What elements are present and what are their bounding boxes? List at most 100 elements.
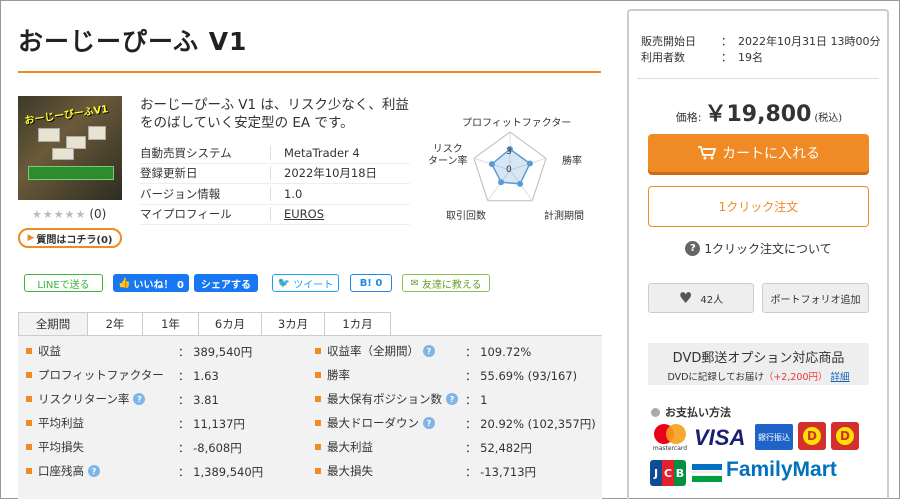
one-click-about-label: 1クリック注文について bbox=[704, 242, 832, 256]
radar-point bbox=[526, 160, 533, 167]
info-row-system: 自動売買システム MetaTrader 4 bbox=[140, 143, 410, 164]
help-icon[interactable]: ? bbox=[446, 393, 458, 405]
stat-label: 口座残高 bbox=[38, 464, 84, 478]
one-click-about-link[interactable]: ? 1クリック注文について bbox=[648, 240, 869, 257]
info-separator bbox=[270, 207, 271, 222]
tab-3m[interactable]: 3カ月 bbox=[261, 312, 325, 335]
info-key: 自動売買システム bbox=[140, 145, 232, 160]
rating-count: (0) bbox=[89, 207, 107, 221]
tab-6m[interactable]: 6カ月 bbox=[198, 312, 262, 335]
bullet-square-icon bbox=[26, 444, 32, 450]
dvd-option-box: DVD郵送オプション対応商品 DVDに記録してお届け（+2,200円） 詳細 bbox=[648, 343, 869, 385]
info-separator bbox=[270, 166, 271, 181]
stat-label: 収益率（全期間） bbox=[327, 344, 419, 358]
sidebar-divider bbox=[637, 78, 879, 79]
facebook-share-button[interactable]: シェアする bbox=[194, 274, 258, 292]
radar-tick-0: 0 bbox=[506, 165, 512, 175]
thumbnail-caption: おーじーびーふV1 bbox=[23, 104, 109, 127]
add-portfolio-button[interactable]: ポートフォリオ追加 bbox=[762, 283, 869, 313]
stats-panel: 収益 ： 389,540円 プロフィットファクター ： 1.63 リスクリターン率? ： … bbox=[18, 335, 602, 499]
daily-yamazaki-logo-1: D bbox=[798, 422, 826, 450]
twitter-icon: 🐦 bbox=[277, 277, 291, 289]
users-label: 利用者数 bbox=[641, 51, 685, 64]
info-value: MetaTrader 4 bbox=[284, 145, 360, 160]
bullet-square-icon bbox=[315, 444, 321, 450]
info-row-profile: マイプロフィール EUROS bbox=[140, 205, 410, 225]
stat-label: 最大保有ポジション数 bbox=[327, 392, 442, 406]
stat-value: ： 109.72% bbox=[465, 345, 532, 359]
bullet-square-icon bbox=[26, 372, 32, 378]
stat-label: 最大ドローダウン bbox=[327, 416, 419, 430]
help-icon[interactable]: ? bbox=[133, 393, 146, 405]
one-click-order-button[interactable]: 1クリック注文 bbox=[648, 186, 869, 227]
stat-value: ： 20.92% (102,357円) bbox=[465, 417, 596, 431]
thumbs-up-icon: 👍 bbox=[118, 277, 131, 289]
hatena-bookmark-button[interactable]: B! 0 bbox=[350, 274, 392, 292]
mastercard-text: mastercard bbox=[652, 445, 688, 452]
dvd-detail-link[interactable]: 詳細 bbox=[831, 372, 850, 383]
sale-start-value: 2022年10月31日 13時00分 bbox=[738, 35, 881, 48]
tab-1m[interactable]: 1カ月 bbox=[324, 312, 391, 335]
tweet-button[interactable]: 🐦 ツイート bbox=[272, 274, 339, 292]
bank-transfer-logo: 銀行振込 bbox=[755, 424, 793, 450]
stat-value: ： 1.63 bbox=[178, 369, 219, 383]
stat-label: 平均損失 bbox=[38, 440, 84, 454]
stat-row: 勝率 bbox=[315, 363, 350, 387]
tab-1y[interactable]: 1年 bbox=[142, 312, 199, 335]
info-separator bbox=[270, 186, 271, 201]
tab-2y[interactable]: 2年 bbox=[87, 312, 143, 335]
stat-value: ： 11,137円 bbox=[178, 417, 245, 431]
help-icon[interactable]: ? bbox=[423, 345, 435, 357]
mastercard-logo: mastercard bbox=[650, 422, 690, 452]
stat-label: リスクリターン率 bbox=[38, 392, 130, 406]
help-icon[interactable]: ? bbox=[423, 417, 435, 429]
stat-label: 勝率 bbox=[327, 368, 350, 382]
add-to-cart-button[interactable]: カートに入れる bbox=[648, 134, 869, 172]
info-row-updated: 登録更新日 2022年10月18日 bbox=[140, 164, 410, 184]
info-value: 2022年10月18日 bbox=[284, 166, 378, 181]
product-info-table: 自動売買システム MetaTrader 4 登録更新日 2022年10月18日 バー… bbox=[140, 143, 410, 225]
bullet-square-icon bbox=[26, 468, 32, 474]
help-icon[interactable]: ? bbox=[88, 465, 100, 477]
question-button[interactable]: ▶ 質問はコチラ(0) bbox=[18, 228, 122, 248]
dvd-description: DVDに記録してお届け（+2,200円） 詳細 bbox=[648, 369, 869, 383]
stat-row: 最大ドローダウン? bbox=[315, 411, 435, 435]
favorite-count: 42人 bbox=[700, 294, 724, 306]
stat-label: プロフィットファクター bbox=[38, 368, 164, 382]
daily-yamazaki-icon: D bbox=[836, 427, 854, 445]
users-value: 19名 bbox=[738, 51, 763, 64]
sale-info: 販売開始日 ： 2022年10月31日 13時00分 利用者数 ： 19名 bbox=[641, 34, 880, 66]
hatena-label: B! 0 bbox=[359, 277, 383, 289]
users-row: 利用者数 ： 19名 bbox=[641, 50, 880, 66]
payment-title-text: お支払い方法 bbox=[665, 406, 731, 419]
stat-value: ： 389,540円 bbox=[178, 345, 253, 359]
jcb-logo: J C B bbox=[650, 460, 686, 486]
tab-all[interactable]: 全期間 bbox=[18, 312, 88, 335]
stat-row: リスクリターン率? bbox=[26, 387, 146, 411]
favorite-button[interactable]: ♥ 42人 bbox=[648, 283, 754, 313]
title-divider bbox=[18, 71, 601, 73]
thumbnail-tofu-1 bbox=[38, 128, 60, 142]
tweet-label: ツイート bbox=[293, 279, 334, 291]
radar-label-risk: リスク ターン率 bbox=[428, 144, 468, 167]
stat-value: ： -13,713円 bbox=[465, 465, 537, 479]
thumbnail-tofu-4 bbox=[52, 148, 74, 160]
bullet-square-icon bbox=[26, 396, 32, 402]
product-thumbnail[interactable]: おーじーびーふV1 bbox=[18, 96, 122, 200]
product-description: おーじーぴーふ V1 は、リスク少なく、利益をのばしていく安定型の EA です。 bbox=[140, 97, 409, 131]
page-title: おーじーぴーふ V1 bbox=[18, 27, 248, 56]
price-amount: ￥19,800 bbox=[704, 102, 812, 127]
bullet-square-icon bbox=[315, 420, 321, 426]
tell-friend-button[interactable]: ✉ 友達に教える bbox=[402, 274, 490, 292]
profile-link[interactable]: EUROS bbox=[284, 207, 324, 221]
facebook-like-button[interactable]: 👍 いいね！ 0 bbox=[113, 274, 189, 292]
payment-methods-title: お支払い方法 bbox=[651, 404, 731, 420]
stat-row: 収益率（全期間）? bbox=[315, 339, 435, 363]
thumbnail-tofu-3 bbox=[88, 126, 106, 140]
arrow-right-icon: ▶ bbox=[27, 233, 35, 243]
info-key: マイプロフィール bbox=[140, 207, 232, 222]
sale-start-label: 販売開始日 bbox=[641, 35, 696, 48]
line-share-button[interactable]: LINEで送る bbox=[24, 274, 103, 292]
stat-value: ： -8,608円 bbox=[178, 441, 242, 455]
jcb-c: C bbox=[662, 460, 674, 486]
